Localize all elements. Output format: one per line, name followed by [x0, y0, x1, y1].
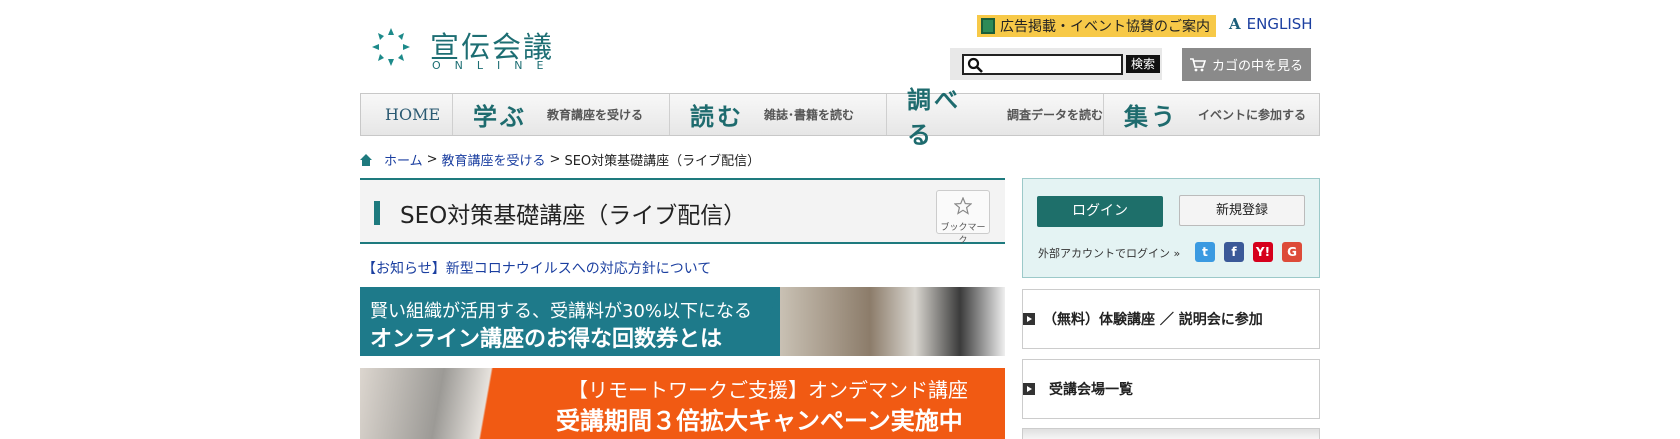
- nav-learn-desc: 教育講座を受ける: [547, 108, 644, 122]
- english-label: ENGLISH: [1246, 15, 1313, 33]
- nav-learn[interactable]: 学ぶ 教育講座を受ける: [453, 94, 670, 135]
- nav-gather[interactable]: 集う イベントに参加する: [1104, 94, 1319, 135]
- login-panel: ログイン 新規登録 外部アカウントでログイン » t f Y! G: [1022, 178, 1320, 278]
- register-button[interactable]: 新規登録: [1179, 195, 1305, 226]
- title-accent-bar: [374, 201, 380, 225]
- search-box: 検索: [950, 48, 1162, 80]
- login-button[interactable]: ログイン: [1037, 196, 1163, 227]
- facebook-login-icon[interactable]: f: [1224, 242, 1244, 262]
- coupon-ticket-banner[interactable]: 賢い組織が活用する、受講料が30%以下になる オンライン講座のお得な回数券とは: [360, 287, 1005, 356]
- search-button[interactable]: 検索: [1126, 55, 1160, 73]
- trial-course-link[interactable]: （無料）体験講座 ／ 説明会に参加: [1022, 289, 1320, 349]
- view-cart-label: カゴの中を見る: [1211, 59, 1303, 74]
- nav-learn-title: 学ぶ: [473, 102, 527, 131]
- logo-subtitle: ONLINE: [432, 59, 558, 72]
- ad-info-link[interactable]: 広告掲載・イベント協賛のご案内: [977, 15, 1216, 37]
- yahoo-login-icon[interactable]: Y!: [1253, 242, 1273, 262]
- language-icon: A: [1229, 15, 1241, 33]
- search-input[interactable]: [962, 54, 1123, 75]
- banner-photo: [780, 287, 1005, 356]
- star-icon: [953, 196, 973, 215]
- book-icon: [981, 18, 995, 34]
- breadcrumb-current: SEO対策基礎講座（ライブ配信）: [564, 154, 761, 169]
- trial-course-label: （無料）体験講座 ／ 説明会に参加: [1043, 312, 1263, 328]
- remote-work-campaign-banner[interactable]: 【リモートワークご支援】オンデマンド講座 受講期間３倍拡大キャンペーン実施中: [360, 368, 1005, 439]
- twitter-login-icon[interactable]: t: [1195, 242, 1215, 262]
- nav-research[interactable]: 調べる 調査データを読む: [887, 85, 1104, 149]
- venue-list-label: 受講会場一覧: [1049, 382, 1133, 398]
- banner2-headline: 【リモートワークご支援】オンデマンド講座: [568, 378, 968, 402]
- breadcrumb: ホーム > 教育講座を受ける > SEO対策基礎講座（ライブ配信）: [360, 150, 760, 169]
- page-title-box: SEO対策基礎講座（ライブ配信） ブックマーク: [360, 178, 1005, 246]
- view-cart-button[interactable]: カゴの中を見る: [1182, 48, 1311, 81]
- ad-info-label: 広告掲載・イベント協賛のご案内: [1000, 19, 1210, 35]
- nav-gather-desc: イベントに参加する: [1198, 108, 1307, 122]
- banner1-headline: 賢い組織が活用する、受講料が30%以下になる: [370, 301, 753, 322]
- nav-read-desc: 雑誌･書籍を読む: [764, 108, 855, 122]
- sidebar-next-item: [1022, 428, 1320, 439]
- google-login-icon[interactable]: G: [1282, 242, 1302, 262]
- banner-divider: [755, 287, 780, 356]
- nav-research-desc: 調査データを読む: [1006, 108, 1103, 122]
- search-icon: [967, 57, 983, 73]
- site-logo[interactable]: 宣伝会議 ONLINE: [370, 24, 552, 74]
- external-login-label: 外部アカウントでログイン »: [1038, 247, 1181, 260]
- breadcrumb-separator: >: [426, 152, 438, 167]
- arrow-right-icon: [1023, 313, 1035, 325]
- cart-icon: [1189, 57, 1206, 71]
- nav-research-title: 調べる: [907, 84, 961, 149]
- bookmark-button[interactable]: ブックマーク: [936, 190, 990, 246]
- nav-read-title: 読む: [690, 102, 744, 131]
- banner1-subheadline: オンライン講座のお得な回数券とは: [370, 327, 723, 352]
- nav-gather-title: 集う: [1124, 102, 1178, 131]
- english-link[interactable]: A ENGLISH: [1229, 15, 1313, 33]
- bookmark-label: ブックマーク: [940, 223, 986, 246]
- home-icon: [360, 153, 372, 166]
- breadcrumb-home-link[interactable]: ホーム: [384, 150, 423, 169]
- banner2-subheadline: 受講期間３倍拡大キャンペーン実施中: [556, 407, 963, 435]
- breadcrumb-courses-link[interactable]: 教育講座を受ける: [442, 150, 546, 169]
- covid-notice-link[interactable]: 【お知らせ】新型コロナウイルスへの対応方針について: [362, 258, 711, 278]
- nav-read[interactable]: 読む 雑誌･書籍を読む: [670, 94, 887, 135]
- global-nav: HOME 学ぶ 教育講座を受ける 読む 雑誌･書籍を読む 調べる 調査データを読…: [360, 85, 1320, 149]
- page-title: SEO対策基礎講座（ライブ配信）: [400, 203, 747, 229]
- nav-home-label: HOME: [385, 105, 441, 124]
- breadcrumb-separator: >: [549, 152, 561, 167]
- nav-home[interactable]: HOME: [361, 94, 453, 135]
- venue-list-link[interactable]: 受講会場一覧: [1022, 359, 1320, 419]
- banner-cat-photo: [360, 368, 535, 439]
- logo-mark-icon: [372, 28, 410, 66]
- page-wrapper: 宣伝会議 ONLINE 広告掲載・イベント協賛のご案内 A ENGLISH 検索…: [360, 0, 1320, 439]
- arrow-right-icon: [1023, 383, 1035, 395]
